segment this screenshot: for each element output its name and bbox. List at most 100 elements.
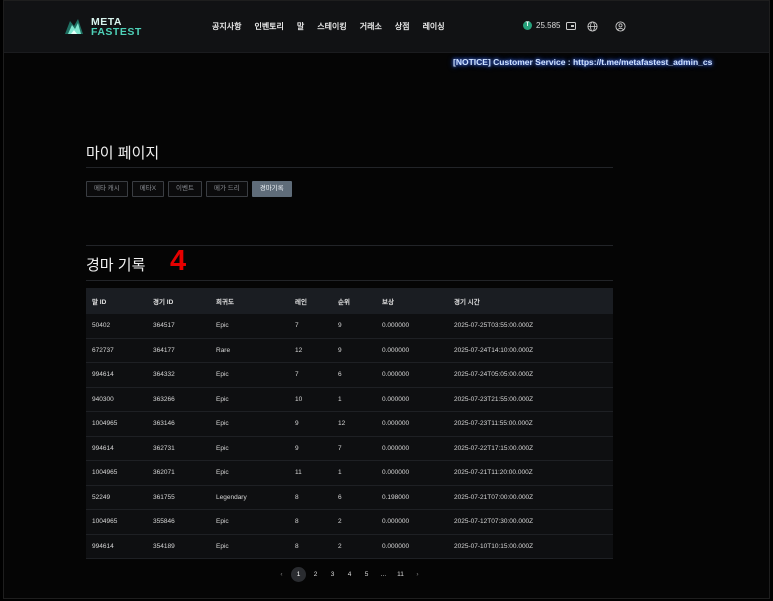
cell-rank: 2 <box>338 518 342 526</box>
table-row: 1004965 363146 Epic 9 12 0.000000 2025-07-23T1… <box>86 412 613 437</box>
cell-race-time: 2025-07-24T05:05:00.000Z <box>454 371 534 379</box>
page-ellipsis: ... <box>380 571 387 578</box>
nav-staking[interactable]: 스테이킹 <box>317 21 346 32</box>
page-title: 마이 페이지 <box>86 145 160 162</box>
cell-race-id: 364332 <box>153 371 175 379</box>
wallet-balance[interactable]: T 25.585 <box>523 21 577 30</box>
nav-racing[interactable]: 레이싱 <box>423 21 445 32</box>
cell-race-time: 2025-07-12T07:30:00.000Z <box>454 518 534 526</box>
cell-lane: 10 <box>295 395 303 403</box>
table-row: 1004965 355846 Epic 8 2 0.000000 2025-07-12T07… <box>86 510 613 535</box>
page-1-button[interactable]: 1 <box>291 567 306 582</box>
cell-horse-id: 994614 <box>92 444 114 452</box>
tab-event[interactable]: 이벤트 <box>168 181 202 197</box>
cell-race-time: 2025-07-21T07:00:00.000Z <box>454 493 534 501</box>
col-reward: 보상 <box>382 299 394 306</box>
cell-reward: 0.000000 <box>382 346 410 354</box>
table-row: 672737 364177 Rare 12 9 0.000000 2025-07-24T14… <box>86 338 613 363</box>
prev-page-button[interactable]: ‹ <box>274 567 289 582</box>
table-row: 994614 364332 Epic 7 6 0.000000 2025-07-24T05:… <box>86 363 613 388</box>
col-lane: 레인 <box>295 299 307 306</box>
cell-race-time: 2025-07-25T03:55:00.000Z <box>454 322 534 330</box>
table-row: 52249 361755 Legendary 8 6 0.198000 2025-07-21… <box>86 485 613 510</box>
section-top-divider <box>86 245 613 246</box>
cell-race-id: 362731 <box>153 444 175 452</box>
user-profile-icon[interactable] <box>615 21 626 32</box>
cell-lane: 8 <box>295 542 299 550</box>
logo-text: META FASTEST <box>91 17 142 38</box>
tether-coin-icon: T <box>523 21 532 30</box>
cell-rank: 1 <box>338 469 342 477</box>
nav-notice[interactable]: 공지사항 <box>212 21 241 32</box>
cell-rarity: Epic <box>216 444 229 452</box>
cell-race-id: 362071 <box>153 469 175 477</box>
balance-amount: 25.585 <box>536 21 561 30</box>
page-title-divider <box>86 167 613 168</box>
nav-inventory[interactable]: 인벤토리 <box>254 21 283 32</box>
cell-horse-id: 1004965 <box>92 420 118 428</box>
cell-race-time: 2025-07-10T10:15:00.000Z <box>454 542 534 550</box>
col-horse-id: 말 ID <box>92 299 107 306</box>
nav-shop[interactable]: 상점 <box>395 21 410 32</box>
tab-meta-cash[interactable]: 메타 캐시 <box>86 181 128 197</box>
cell-reward: 0.000000 <box>382 518 410 526</box>
col-race-time: 경기 시간 <box>454 299 480 306</box>
logo-line-2: FASTEST <box>91 26 142 38</box>
tab-mega-dri[interactable]: 메가 드리 <box>205 181 248 197</box>
cell-rarity: Epic <box>216 322 229 330</box>
customer-service-notice[interactable]: [NOTICE] Customer Service : https://t.me… <box>453 57 712 67</box>
race-history-table: 말 ID 경기 ID 희귀도 레인 순위 보상 경기 시간 50402 36451… <box>86 288 613 559</box>
cell-race-id: 354189 <box>153 542 175 550</box>
cell-rank: 12 <box>338 420 346 428</box>
page-2-button[interactable]: 2 <box>308 567 323 582</box>
cell-rank: 6 <box>338 493 342 501</box>
cell-lane: 9 <box>295 420 299 428</box>
cell-reward: 0.198000 <box>382 493 410 501</box>
page-3-button[interactable]: 3 <box>325 567 340 582</box>
cell-race-time: 2025-07-24T14:10:00.000Z <box>454 346 534 354</box>
cell-rank: 9 <box>338 322 342 330</box>
nav-exchange[interactable]: 거래소 <box>360 21 382 32</box>
cell-horse-id: 52249 <box>92 493 111 501</box>
tab-race-history[interactable]: 경마기록 <box>251 181 292 197</box>
cell-reward: 0.000000 <box>382 469 410 477</box>
cell-lane: 8 <box>295 518 299 526</box>
cell-reward: 0.000000 <box>382 395 410 403</box>
next-page-button[interactable]: › <box>410 567 425 582</box>
table-body: 50402 364517 Epic 7 9 0.000000 2025-07-25T03:5… <box>86 314 613 559</box>
cell-reward: 0.000000 <box>382 542 410 550</box>
site-logo[interactable]: META FASTEST <box>62 14 142 40</box>
cell-rarity: Epic <box>216 395 229 403</box>
col-rarity: 희귀도 <box>216 299 234 306</box>
cell-rank: 1 <box>338 395 342 403</box>
page-5-button[interactable]: 5 <box>359 567 374 582</box>
pagination: ‹ 1 2 3 4 5 ... 11 › <box>274 567 425 582</box>
cell-race-id: 363266 <box>153 395 175 403</box>
cell-rarity: Epic <box>216 420 229 428</box>
app-window: META FASTEST 공지사항 인벤토리 말 스테이킹 거래소 상점 레이싱… <box>3 0 770 599</box>
cell-rarity: Rare <box>216 346 231 354</box>
page-11-button[interactable]: 11 <box>393 567 408 582</box>
annotation-number: 4 <box>170 245 187 277</box>
cell-rank: 9 <box>338 346 342 354</box>
tab-meta-x[interactable]: 메타X <box>131 181 165 197</box>
cell-race-id: 363146 <box>153 420 175 428</box>
globe-icon[interactable] <box>587 21 598 32</box>
cell-horse-id: 50402 <box>92 322 111 330</box>
cell-race-time: 2025-07-21T11:20:00.000Z <box>454 469 533 477</box>
cell-rarity: Epic <box>216 469 229 477</box>
cell-rank: 6 <box>338 371 342 379</box>
table-row: 994614 354189 Epic 8 2 0.000000 2025-07-10T10:… <box>86 534 613 559</box>
cell-lane: 7 <box>295 322 299 330</box>
table-row: 994614 362731 Epic 9 7 0.000000 2025-07-22T17:… <box>86 436 613 461</box>
nav-horse[interactable]: 말 <box>297 21 304 32</box>
main-nav: 공지사항 인벤토리 말 스테이킹 거래소 상점 레이싱 <box>212 21 445 32</box>
cell-lane: 7 <box>295 371 299 379</box>
wallet-icon[interactable] <box>566 21 577 30</box>
col-race-id: 경기 ID <box>153 299 174 306</box>
page-4-button[interactable]: 4 <box>342 567 357 582</box>
cell-horse-id: 672737 <box>92 346 114 354</box>
mypage-tabs: 메타 캐시 메타X 이벤트 메가 드리 경마기록 <box>86 181 292 197</box>
section-title: 경마 기록 <box>86 257 146 274</box>
cell-race-id: 361755 <box>153 493 175 501</box>
